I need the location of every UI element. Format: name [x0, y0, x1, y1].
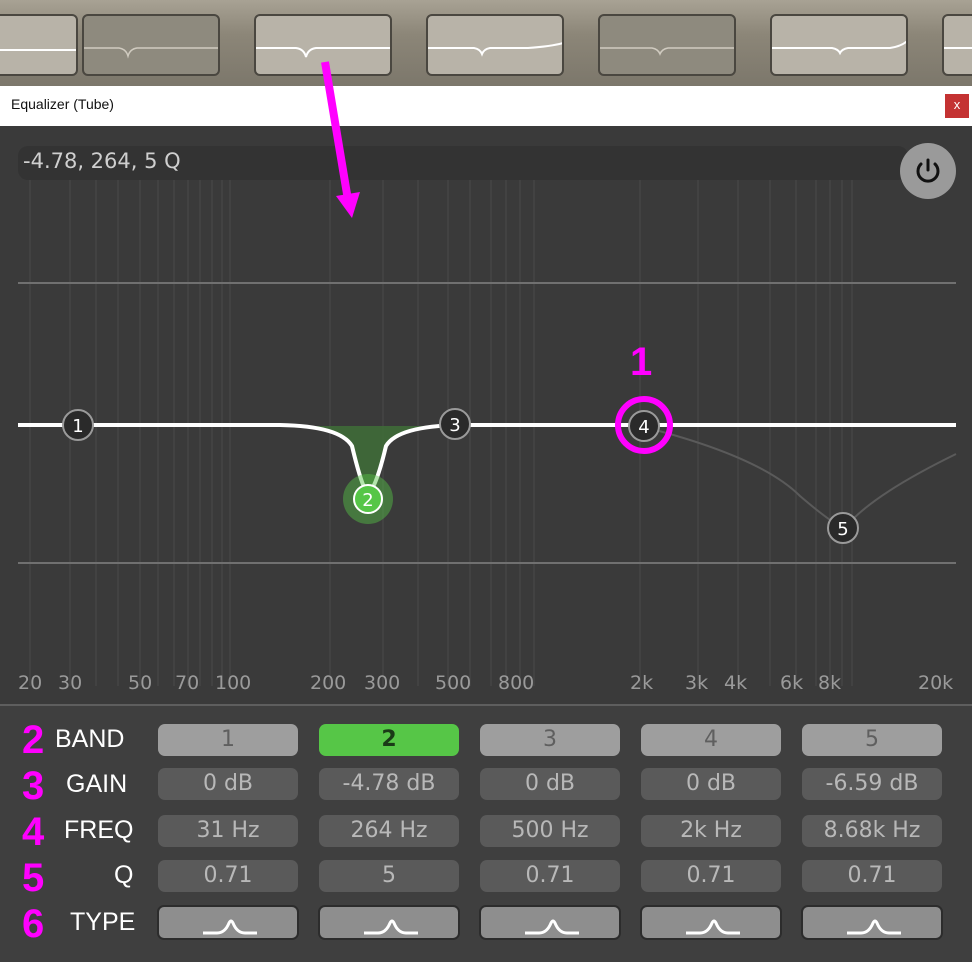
annotation-arrow-head [336, 192, 360, 218]
annotation-layer [321, 61, 360, 218]
annotation-arrow [321, 61, 352, 201]
annotation-number-2: 2 [22, 718, 45, 762]
annotation-number-1: 1 [630, 340, 653, 384]
annotation-number-3: 3 [22, 764, 45, 808]
annotation-number-6: 6 [22, 902, 45, 946]
annotation-number-5: 5 [22, 856, 45, 900]
annotation-number-4: 4 [22, 810, 45, 854]
